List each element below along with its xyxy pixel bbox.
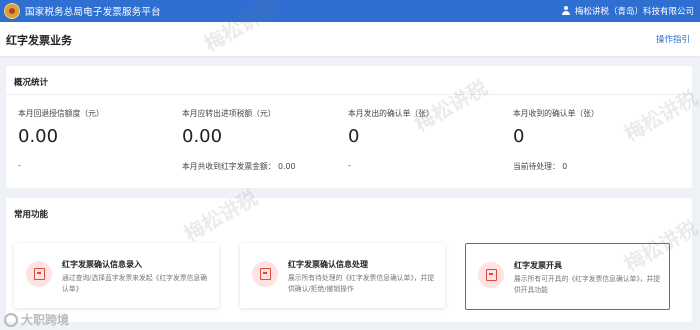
invoice-process-icon [252,261,278,287]
stat-label: 本月收到的确认单（张） [513,109,599,118]
stat-sub: 本月共收到红字发票金额： 0.00 [182,162,296,171]
stat-label: 本月应转出进项税额（元） [182,109,276,118]
stat-value: 0.00 [18,126,59,147]
page-title: 红字发票业务 [6,34,72,47]
top-bar: 国家税务总局电子发票服务平台 梅松讲税（青岛）科技有限公司 [0,0,700,22]
user-icon [561,6,571,16]
stat-label: 本月回退授信额度（元） [18,109,104,118]
stat-received-confirmations: 本月收到的确认单（张） 0 当前待处理： 0 [513,108,673,171]
function-desc: 展示所有可开具的《红字发票信息确认单》，并提供开具功能 [514,275,661,294]
stat-sent-confirmations: 本月发出的确认单（张） 0 - [348,108,508,171]
operation-guide-link[interactable]: 操作指引 [656,33,690,45]
stat-sub: 当前待处理： 0 [513,162,568,171]
red-invoice-issue-card[interactable]: 红字发票开具 展示所有可开具的《红字发票信息确认单》，并提供开具功能 [465,243,670,310]
stat-sub: - [348,161,351,170]
overview-card: 概况统计 本月回退授信额度（元） 0.00 - 本月应转出进项税额（元） 0.0… [6,66,692,188]
tax-emblem-icon [4,3,20,19]
function-name: 红字发票开具 [514,261,562,270]
stat-value: 0.00 [182,126,223,147]
brand-logo-icon [4,312,18,327]
red-invoice-confirm-entry-card[interactable]: 红字发票确认信息录入 通过查询/选择蓝字发票来发起《红字发票信息确认单》 [14,243,219,308]
stat-input-tax-transfer: 本月应转出进项税额（元） 0.00 本月共收到红字发票金额： 0.00 [182,108,352,171]
function-name: 红字发票确认信息处理 [288,260,368,269]
stat-value: 0 [348,126,360,147]
brand-text: 大职跨境 [21,313,70,327]
common-functions-title: 常用功能 [14,210,49,220]
divider [6,94,692,95]
invoice-entry-icon [26,261,52,287]
stat-returned-credit: 本月回退授信额度（元） 0.00 - [18,108,178,171]
stat-sub: - [18,161,21,170]
stat-value: 0 [513,126,525,147]
stat-label: 本月发出的确认单（张） [348,109,434,118]
function-desc: 通过查询/选择蓝字发票来发起《红字发票信息确认单》 [62,274,208,293]
red-invoice-confirm-process-card[interactable]: 红字发票确认信息处理 展示所有待处理的《红字发票信息确认单》，并提供确认/拒绝/… [240,243,445,308]
app-title: 国家税务总局电子发票服务平台 [25,7,161,18]
invoice-issue-icon [478,262,504,288]
brand-watermark: 大职跨境 [4,311,69,328]
function-name: 红字发票确认信息录入 [62,260,142,269]
user-company-name: 梅松讲税（青岛）科技有限公司 [574,7,694,17]
function-desc: 展示所有待处理的《红字发票信息确认单》，并提供确认/拒绝/撤销操作 [288,274,435,293]
page-header: 红字发票业务 操作指引 [0,22,700,56]
overview-title: 概况统计 [14,78,49,88]
common-functions-card: 常用功能 红字发票确认信息录入 通过查询/选择蓝字发票来发起《红字发票信息确认单… [6,198,692,322]
user-menu[interactable]: 梅松讲税（青岛）科技有限公司 [561,0,694,22]
